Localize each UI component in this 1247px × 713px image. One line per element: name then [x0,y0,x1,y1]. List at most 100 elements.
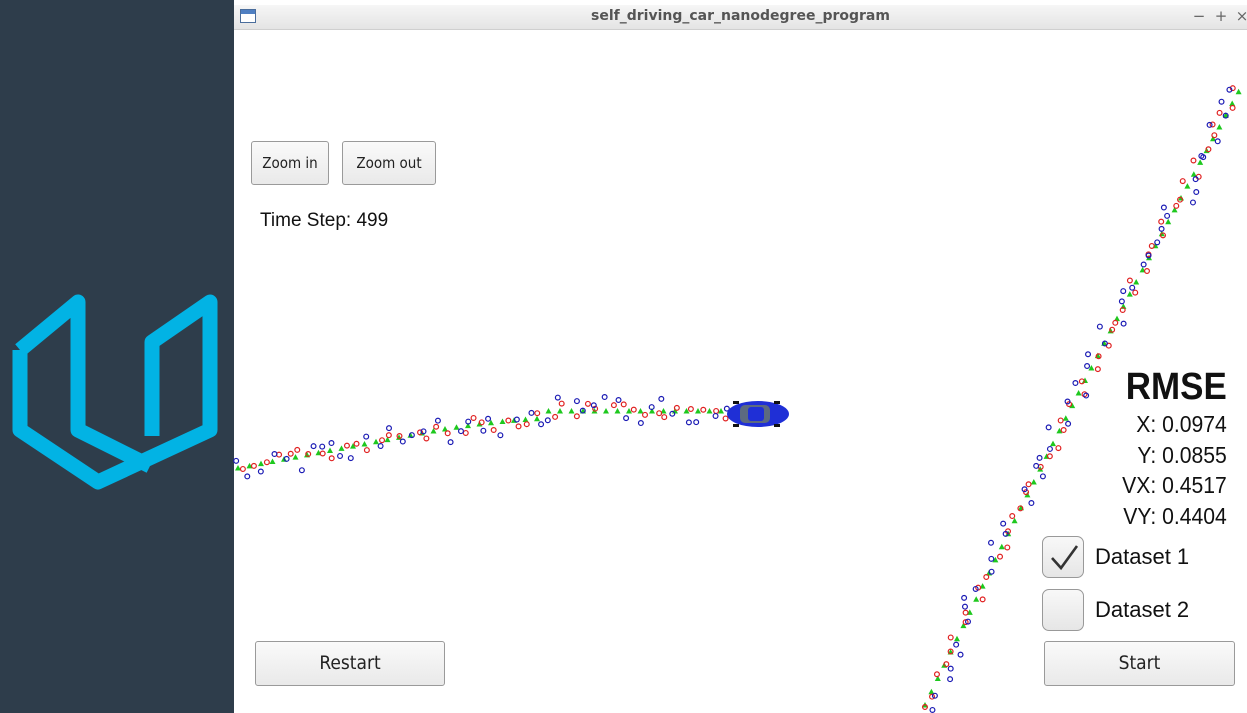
estimate-marker [637,408,644,414]
dataset-1-label: Dataset 1 [1095,544,1190,569]
lidar-marker [1004,544,1011,551]
estimate-marker [1050,440,1056,447]
start-button[interactable]: Start [1044,641,1235,686]
lidar-marker [343,442,350,449]
lidar-marker [1158,218,1165,225]
radar-marker [457,428,464,435]
lidar-marker [962,609,969,616]
lidar-marker [673,404,680,411]
radar-marker [1046,445,1053,452]
radar-marker [669,410,676,417]
estimate-marker [695,408,701,414]
estimate-marker [534,415,540,422]
dataset-2-label: Dataset 2 [1095,597,1190,622]
lidar-marker [239,465,246,472]
estimate-marker [1082,377,1088,383]
radar-marker [615,397,622,404]
time-step-label: Time Step: 499 [260,210,389,231]
rmse-vy: VY: 0.4404 [1123,502,1227,529]
lidar-marker [1148,242,1155,249]
lidar-marker [947,634,954,641]
radar-marker [1129,284,1136,291]
rmse-vx: VX: 0.4517 [1122,472,1227,498]
radar-marker [1085,351,1092,358]
lidar-marker [1025,481,1032,488]
radar-marker [1140,261,1147,268]
lidar-marker [515,423,522,430]
radar-marker [947,676,954,683]
estimate-marker [327,447,333,454]
lidar-marker [630,406,637,413]
radar-marker [244,473,251,480]
radar-marker [497,432,504,439]
lidar-marker [328,455,335,462]
estimate-marker [998,543,1005,550]
estimate-marker [1184,183,1191,189]
lidar-marker [1060,426,1067,433]
checkmark-icon [1051,545,1079,571]
lidar-marker [620,401,627,408]
lidar-marker [423,435,430,442]
estimate-marker [603,408,609,414]
radar-marker [929,706,936,713]
dataset-2-checkbox[interactable] [1042,589,1084,631]
radar-marker [1120,320,1127,327]
radar-marker [434,417,441,424]
radar-marker [1164,212,1171,219]
estimate-marker [973,596,980,602]
radar-marker [1158,225,1165,232]
lidar-marker [979,596,986,603]
radar-marker [1072,380,1079,387]
restart-button[interactable]: Restart [255,641,445,686]
estimate-marker [706,408,713,414]
radar-marker [554,394,561,401]
radar-marker [1160,204,1167,211]
radar-marker [947,665,954,672]
radar-marker [257,468,264,475]
radar-marker [1118,298,1125,305]
radar-marker [1154,239,1161,246]
radar-marker [1028,500,1035,507]
dataset-1-checkbox[interactable] [1042,536,1084,578]
lidar-marker [1173,202,1180,209]
radar-marker [988,555,995,562]
radar-marker [961,594,968,601]
lidar-marker [250,462,257,469]
lidar-marker [1009,513,1016,520]
lidar-marker [1132,289,1139,296]
radar-marker [1000,520,1007,527]
radar-marker [386,425,393,432]
radar-marker [347,455,354,462]
lidar-marker [687,406,694,413]
lidar-marker [1094,366,1101,373]
radar-marker [485,415,492,422]
lidar-marker [1055,445,1062,452]
estimate-marker [954,635,960,642]
lidar-marker [552,413,559,420]
radar-marker [1189,199,1196,206]
lidar-marker [573,413,580,420]
radar-marker [319,443,326,450]
estimate-marker [1069,402,1076,409]
rmse-y: Y: 0.0855 [1137,441,1227,468]
estimate-marker [1197,159,1204,165]
lidar-marker [294,446,301,453]
lidar-marker [1216,109,1223,116]
lidar-marker [1179,178,1186,185]
radar-marker [957,651,964,658]
estimate-marker [499,418,506,424]
lidar-marker [1144,268,1151,275]
estimate-marker [1165,218,1172,225]
radar-marker [637,420,644,427]
estimate-marker [361,440,368,447]
lidar-marker [462,429,469,436]
radar-marker [953,641,960,648]
estimate-marker [568,408,575,414]
radar-marker [538,421,545,428]
radar-marker [1120,288,1127,295]
zoom-out-button[interactable]: Zoom out [342,141,436,185]
zoom-in-button[interactable]: Zoom in [251,141,329,185]
lidar-marker [363,447,370,454]
lidar-marker [1126,277,1133,284]
lidar-marker [610,402,617,409]
